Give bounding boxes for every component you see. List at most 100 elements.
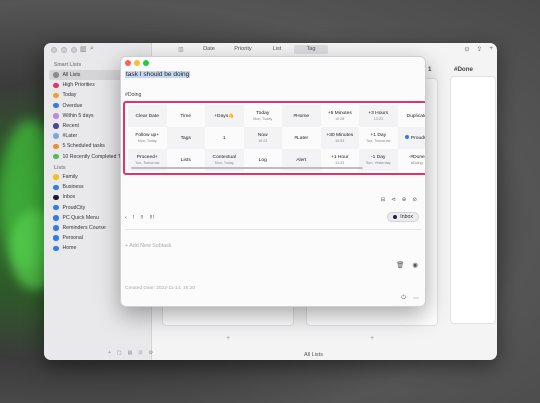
list-selector-label: Inbox [400, 214, 413, 220]
sidebar-item-label: Recent [62, 123, 79, 130]
list-color-icon [53, 194, 59, 201]
more-icon[interactable]: ⋯ [413, 295, 419, 302]
quick-action-proudci[interactable]: ProudCi [397, 127, 425, 149]
close-button[interactable] [125, 60, 131, 66]
quick-action-now[interactable]: Now 10:23 [243, 127, 282, 149]
add-icon[interactable]: + [489, 45, 493, 53]
quick-action-label: Today [256, 111, 270, 116]
quick-action-label: #Home [293, 113, 310, 119]
sidebar-item-label: 5 Scheduled tasks [62, 143, 105, 150]
column-header-done: #Done [454, 66, 473, 73]
location-icon[interactable]: ⊕ [402, 197, 407, 203]
quick-action-label: -1 Day [371, 155, 386, 160]
board-view-icon[interactable]: ▥ [178, 46, 184, 53]
repeat-icon[interactable]: ⊲ [391, 197, 396, 203]
fullscreen-button[interactable] [143, 60, 149, 66]
quick-action-30-minutes[interactable]: +30 Minutes 10:53 [320, 127, 359, 149]
power-icon[interactable]: ⏻ [401, 295, 406, 302]
priority-medium[interactable]: !! [140, 215, 143, 221]
sidebar-bottom-icon[interactable]: ▢ [117, 350, 122, 356]
quick-action-later[interactable]: #Later [282, 127, 321, 149]
minimize-window-button[interactable] [61, 47, 67, 53]
sidebar-item-label: Reminders Course [62, 225, 106, 232]
trash-icon[interactable]: 🗑 [396, 261, 404, 269]
footer-list-name: All Lists [304, 352, 323, 358]
window-controls [51, 47, 77, 53]
horizontal-scrollbar[interactable] [131, 166, 363, 169]
quick-action-label: Proceed+ [136, 155, 158, 160]
list-color-icon [53, 72, 59, 78]
list-color-dot [393, 215, 398, 219]
list-color-icon [53, 184, 59, 191]
quick-action-time[interactable]: Time [166, 105, 205, 127]
quick-action-label: +3 Hours [368, 111, 389, 116]
tab-list[interactable]: List [260, 45, 294, 54]
sidebar-item-label: PC Quick Menu [62, 214, 99, 221]
sidebar-item-label: Personal [62, 235, 83, 242]
sync-icon[interactable]: ⊙ [464, 45, 469, 53]
list-color-icon [53, 82, 59, 89]
window-traffic-lights [125, 60, 149, 66]
board-column-done [450, 76, 496, 324]
sidebar-item-label: All Lists [62, 72, 81, 79]
list-color-icon [53, 215, 59, 221]
list-color-icon [53, 113, 59, 119]
sidebar-item-label: High Priorities [62, 82, 95, 89]
quick-action-label: +1 Hour [330, 155, 349, 160]
quick-action-subtitle: 11:23 [335, 161, 345, 165]
priority-high[interactable]: !!! [149, 215, 154, 221]
add-task-button[interactable]: + [370, 335, 374, 342]
quick-action-days[interactable]: +Days🤙 [205, 105, 244, 127]
sidebar-toggle-icon[interactable]: ▥ [80, 45, 87, 53]
priority-back-icon[interactable]: ‹ [125, 215, 127, 221]
quick-action-1[interactable]: 1 [205, 127, 244, 149]
close-window-button[interactable] [51, 47, 57, 53]
tab-priority[interactable]: Priority [226, 45, 260, 54]
quick-action-clear-date[interactable]: Clear Date [128, 105, 167, 127]
add-task-button[interactable]: + [226, 335, 230, 342]
sidebar-bottom-icon[interactable]: + [108, 350, 111, 356]
tab-date[interactable]: Date [192, 45, 226, 54]
minimize-button[interactable] [134, 60, 140, 66]
list-color-icon [53, 245, 59, 252]
priority-low[interactable]: ! [133, 215, 135, 221]
quick-action-today[interactable]: Today Mon, Today [243, 105, 282, 127]
sidebar-bottom-icon[interactable]: ⊡ [138, 350, 142, 356]
list-color-icon [53, 133, 59, 139]
quick-action-label: Contextual [212, 155, 236, 160]
quick-action-subtitle: 10:28 [335, 117, 345, 121]
notes-toolbar: 🗑 ◉ [396, 261, 418, 269]
sidebar-bottom-icon[interactable]: ▤ [128, 350, 133, 356]
sidebar-item-label: Home [62, 245, 77, 252]
record-icon[interactable]: ◉ [412, 261, 418, 269]
zoom-window-button[interactable] [71, 47, 77, 53]
sidebar-bottom-icon[interactable]: ⚙ [149, 350, 153, 356]
quick-action-3-hours[interactable]: +3 Hours 13:23 [359, 105, 398, 127]
quick-action-subtitle: 10:23 [258, 139, 268, 143]
list-color-icon [53, 153, 59, 160]
share-icon[interactable]: ⇪ [477, 45, 482, 53]
add-subtask-field[interactable]: + Add New Subtask [125, 243, 171, 249]
list-color-icon [53, 204, 59, 211]
quick-action-done[interactable]: -#Done #Doing [397, 149, 425, 171]
priority-selector: ‹!!!!!! [125, 215, 154, 221]
quick-action-tags[interactable]: Tags [166, 127, 205, 149]
search-icon[interactable]: ⌕ [90, 45, 94, 53]
task-title-field[interactable]: task I should be doing [125, 71, 191, 78]
list-selector-button[interactable]: Inbox [387, 212, 419, 222]
view-tabs: Date Priority List Tag [192, 45, 328, 54]
tab-tag[interactable]: Tag [294, 45, 328, 54]
list-color-icon [53, 92, 59, 99]
quick-action-1-day[interactable]: -1 Day Sun, Yesterday [359, 149, 398, 171]
task-tag[interactable]: #Doing [125, 92, 141, 98]
quick-action-label: +5 Minutes [327, 111, 352, 116]
toolbar-actions: ⊙ ⇪ + [464, 45, 493, 53]
quick-action-duplicate[interactable]: Duplicate [397, 105, 425, 127]
quick-action-1-day[interactable]: +1 Day Tue, Tomorrow [359, 127, 398, 149]
quick-action-home[interactable]: #Home [282, 105, 321, 127]
quick-action-follow-up[interactable]: Follow up+ Mon, Today [128, 127, 167, 149]
quick-action-label: Log [258, 157, 267, 163]
calendar-icon[interactable]: ⊟ [381, 197, 386, 203]
attachment-icon[interactable]: ⊘ [412, 197, 417, 203]
quick-action-5-minutes[interactable]: +5 Minutes 10:28 [320, 105, 359, 127]
